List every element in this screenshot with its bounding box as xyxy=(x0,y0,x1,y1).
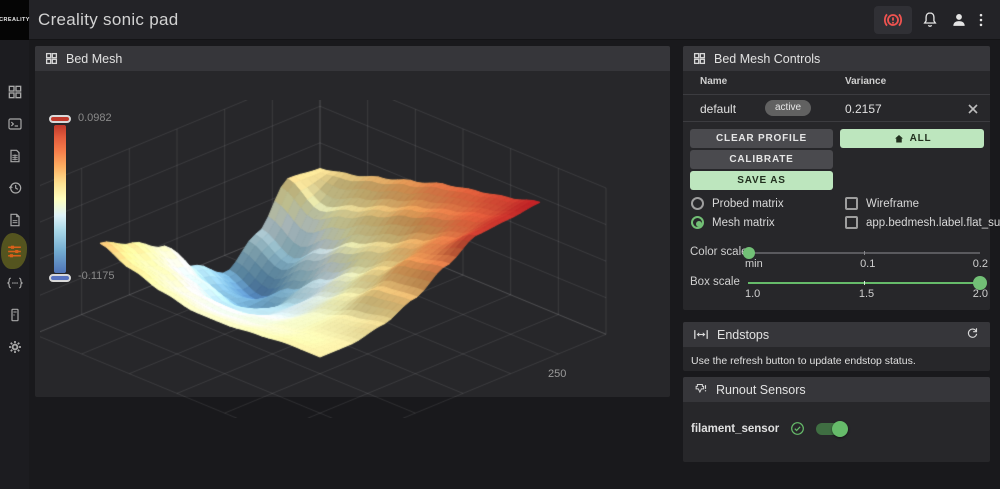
colorbar-min-handle[interactable] xyxy=(49,274,71,282)
sidebar-item-macros[interactable] xyxy=(0,269,29,297)
bed-mesh-panel-header: Bed Mesh xyxy=(35,46,670,71)
kebab-menu-icon xyxy=(979,13,983,27)
home-icon xyxy=(894,134,903,142)
sidebar xyxy=(0,40,29,489)
sidebar-item-machine[interactable] xyxy=(0,301,29,329)
sidebar-item-tune[interactable] xyxy=(0,237,29,265)
bed-mesh-controls-panel: Bed Mesh Controls Name Variance default … xyxy=(683,46,1000,310)
box-scale-label: Box scale xyxy=(690,276,740,288)
endstops-panel: Endstops Use the refresh button to updat… xyxy=(683,322,990,371)
home-all-button[interactable]: ALL xyxy=(840,129,984,148)
colorbar-max-handle[interactable] xyxy=(49,115,71,123)
bed-mesh-panel: Bed Mesh 0.0982 -0.1175 250 xyxy=(35,46,670,418)
controls-panel-title: Bed Mesh Controls xyxy=(714,51,821,66)
macros-braces-icon xyxy=(6,277,23,289)
color-scale-slider[interactable] xyxy=(743,247,980,259)
bed-mesh-panel-title: Bed Mesh xyxy=(66,51,123,66)
box-scale-slider[interactable] xyxy=(748,276,987,290)
tune-icon xyxy=(8,245,21,257)
grid-icon xyxy=(693,52,706,65)
runout-panel-title: Runout Sensors xyxy=(716,382,806,397)
sidebar-item-gcode-files[interactable] xyxy=(0,142,29,170)
notifications-button[interactable] xyxy=(915,6,945,34)
sidebar-item-console[interactable] xyxy=(0,110,29,138)
radio-probed-matrix[interactable]: Probed matrix xyxy=(691,197,784,210)
radio-mesh-matrix[interactable]: Mesh matrix xyxy=(691,216,775,229)
refresh-endstops-button[interactable] xyxy=(962,325,982,345)
endstops-panel-title: Endstops xyxy=(717,327,770,342)
emergency-stop-icon xyxy=(883,13,903,27)
active-badge: active xyxy=(765,100,812,116)
calibrate-button[interactable]: CALIBRATE xyxy=(690,150,833,169)
controls-panel-header: Bed Mesh Controls xyxy=(683,46,990,71)
gcode-files-icon xyxy=(9,149,20,163)
screen: CREALITY Creality sonic pad Bed Mesh 0.0… xyxy=(0,0,1000,489)
clear-profile-button[interactable]: CLEAR PROFILE xyxy=(690,129,833,148)
profile-table-row[interactable]: default active 0.2157 xyxy=(683,94,990,122)
runout-sensors-panel: Runout Sensors filament_sensor xyxy=(683,377,990,462)
runout-panel-header: Runout Sensors xyxy=(683,377,990,402)
settings-gear-icon xyxy=(8,341,21,353)
sidebar-item-history[interactable] xyxy=(0,174,29,202)
configuration-file-icon xyxy=(9,213,20,227)
bed-mesh-plot-area: 0.0982 -0.1175 250 xyxy=(35,71,670,418)
history-icon xyxy=(8,182,21,194)
colorbar-gradient xyxy=(54,125,66,273)
creality-logo[interactable]: CREALITY xyxy=(0,0,29,40)
sensor-toggle[interactable] xyxy=(816,420,849,437)
profile-variance: 0.2157 xyxy=(845,102,882,116)
checkbox-icon xyxy=(845,216,858,229)
sidebar-item-configuration[interactable] xyxy=(0,206,29,234)
checkbox-icon xyxy=(845,197,858,210)
grid-icon xyxy=(45,52,58,65)
app-title: Creality sonic pad xyxy=(38,10,179,29)
sensor-name: filament_sensor xyxy=(691,422,780,435)
nozzle-alert-icon xyxy=(693,382,708,397)
radio-selected-icon xyxy=(691,216,704,229)
colorbar-max-label: 0.0982 xyxy=(78,112,112,124)
sidebar-item-settings[interactable] xyxy=(0,333,29,361)
sidebar-item-dashboard[interactable] xyxy=(0,78,29,106)
box-scale-ticks: 1.0 1.5 2.0 xyxy=(745,288,988,300)
slider-mid-tick xyxy=(864,251,865,255)
checkbox-flat-surface[interactable]: app.bedmesh.label.flat_surface xyxy=(845,216,1000,229)
x-axis-tick-250: 250 xyxy=(548,368,567,380)
console-icon xyxy=(7,118,22,130)
color-scale-ticks: min 0.1 0.2 xyxy=(745,258,988,270)
checkbox-wireframe[interactable]: Wireframe xyxy=(845,197,919,210)
radio-icon xyxy=(691,197,704,210)
column-header-name: Name xyxy=(700,76,728,87)
emergency-stop-button[interactable] xyxy=(874,6,912,34)
color-scale-label: Color scale xyxy=(690,246,748,258)
toggle-knob xyxy=(832,420,849,437)
save-as-button[interactable]: SAVE AS xyxy=(690,171,833,190)
check-circle-icon xyxy=(791,422,805,435)
colorbar-min-label: -0.1175 xyxy=(78,270,115,282)
overflow-menu-button[interactable] xyxy=(966,6,996,34)
profile-name: default xyxy=(700,102,737,116)
close-icon xyxy=(968,104,978,114)
slider-mid-tick xyxy=(864,281,865,285)
endstop-icon xyxy=(693,328,709,341)
column-header-variance: Variance xyxy=(845,76,887,87)
remove-profile-button[interactable] xyxy=(964,100,982,118)
bell-icon xyxy=(923,12,937,27)
topbar: CREALITY Creality sonic pad xyxy=(0,0,1000,40)
filament-sensor-row: filament_sensor xyxy=(691,420,849,437)
machine-icon xyxy=(10,308,19,322)
endstops-panel-header: Endstops xyxy=(683,322,990,347)
refresh-icon xyxy=(967,328,977,338)
endstops-message: Use the refresh button to update endstop… xyxy=(691,355,916,367)
bed-mesh-canvas[interactable] xyxy=(40,100,665,418)
dashboard-icon xyxy=(8,85,21,99)
